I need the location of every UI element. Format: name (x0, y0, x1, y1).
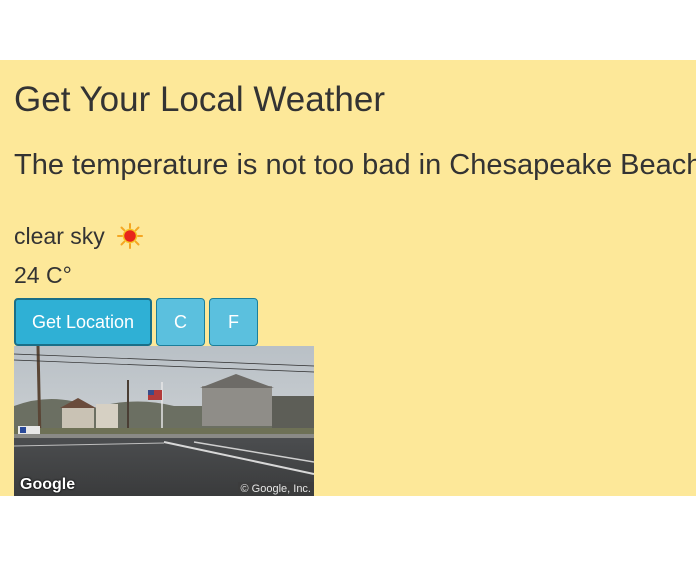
button-group: Get Location C F (14, 298, 258, 346)
temperature-readout: 24 C° (14, 262, 72, 288)
condition-row: clear sky (14, 220, 143, 252)
sun-icon (116, 223, 143, 249)
celsius-button[interactable]: C (156, 298, 205, 346)
fahrenheit-button[interactable]: F (209, 298, 258, 346)
street-view-image: Google © Google, Inc. (14, 346, 314, 496)
weather-panel: Get Your Local Weather The temperature i… (0, 60, 696, 496)
temperature-message: The temperature is not too bad in Chesap… (14, 149, 696, 181)
google-logo: Google (20, 476, 76, 493)
get-location-button[interactable]: Get Location (14, 298, 152, 346)
copyright-notice: © Google, Inc. (237, 482, 314, 496)
weather-condition: clear sky (14, 223, 105, 249)
page-title: Get Your Local Weather (14, 80, 385, 119)
page: Get Your Local Weather The temperature i… (0, 0, 696, 564)
